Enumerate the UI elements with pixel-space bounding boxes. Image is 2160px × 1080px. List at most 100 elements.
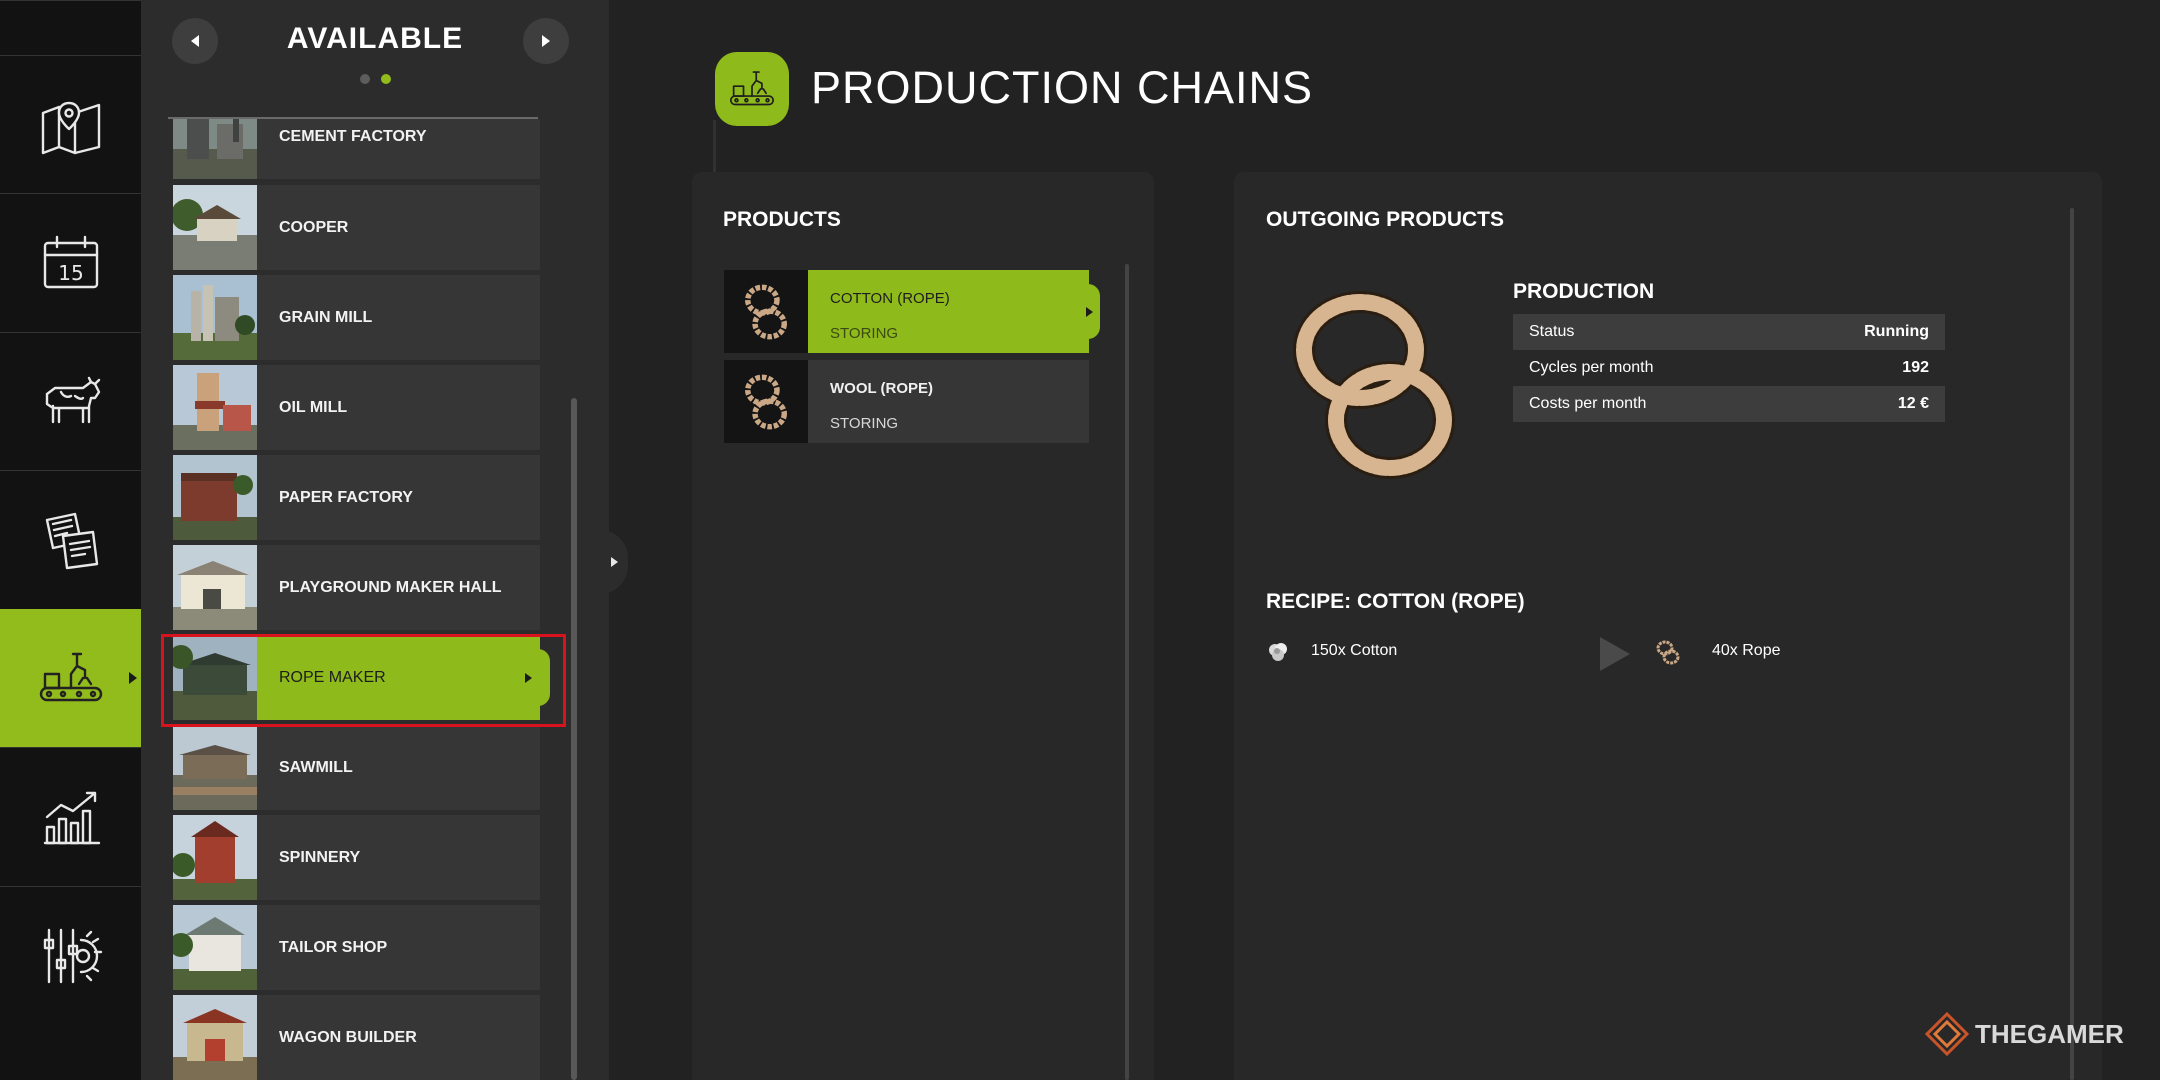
product-item-cotton-rope[interactable]: COTTON (ROPE) STORING (724, 270, 1100, 353)
products-title: PRODUCTS (723, 208, 841, 231)
outgoing-products-panel: OUTGOING PRODUCTS PRODUCTION Status Runn… (1234, 172, 2102, 1080)
list-item-label: GRAIN MILL (279, 308, 373, 326)
recipe-output: 40x Rope (1712, 642, 1781, 659)
list-item-sawmill[interactable]: SAWMILL (173, 725, 540, 810)
page-dot-active[interactable] (380, 74, 391, 84)
list-header: AVAILABLE (141, 0, 609, 118)
stat-row-cycles: Cycles per month 192 (1513, 350, 1945, 386)
watermark-text: THEGAMER (1975, 1018, 2124, 1049)
list-item-wagon-builder[interactable]: WAGON BUILDER (173, 995, 540, 1080)
facility-thumbnail (173, 185, 257, 270)
chevron-right-icon (1086, 306, 1093, 317)
facility-thumbnail (173, 119, 257, 179)
rope-icon (724, 270, 808, 353)
list-item-label: WAGON BUILDER (279, 1028, 417, 1046)
contracts-icon (45, 512, 98, 569)
outgoing-title: OUTGOING PRODUCTS (1266, 208, 1505, 231)
product-item-wool-rope[interactable]: WOOL (ROPE) STORING (724, 360, 1089, 443)
rail-item-contracts[interactable] (0, 470, 141, 608)
rail-top-spacer (0, 0, 141, 54)
facility-thumbnail (173, 365, 257, 450)
stats-chart-icon (43, 791, 100, 844)
collapse-panel-button[interactable] (600, 530, 628, 594)
page-title: PRODUCTION CHAINS (811, 62, 1314, 113)
list-item-grain-mill[interactable]: GRAIN MILL (173, 275, 540, 360)
list-item-cement-factory[interactable]: CEMENT FACTORY (173, 119, 540, 179)
rail-item-statistics[interactable] (0, 747, 141, 885)
list-item-cooper[interactable]: COOPER (173, 185, 540, 270)
stat-row-status: Status Running (1513, 314, 1945, 350)
stat-row-costs: Costs per month 12 € (1513, 386, 1945, 422)
products-panel: PRODUCTS COTTON (ROPE) STORING WOOL (ROP… (692, 172, 1154, 1080)
facility-list: CEMENT FACTORY COOPER GRAIN MILL OIL MIL… (141, 119, 609, 1080)
stat-value: Running (1864, 323, 1929, 340)
settings-sliders-icon (43, 928, 102, 983)
main-menu-rail: 15 (0, 0, 141, 1080)
rail-item-animals[interactable] (0, 332, 141, 470)
stat-label: Cycles per month (1529, 359, 1654, 376)
stat-value: 12 € (1897, 395, 1929, 412)
rail-item-calendar[interactable]: 15 (0, 193, 141, 331)
list-item-tailor-shop[interactable]: TAILOR SHOP (173, 905, 540, 990)
facility-thumbnail (173, 275, 257, 360)
list-item-label: OIL MILL (279, 398, 348, 416)
stat-label: Status (1529, 323, 1575, 340)
chevron-right-icon (610, 557, 618, 567)
calendar-icon: 15 (43, 235, 98, 288)
list-item-paper-factory[interactable]: PAPER FACTORY (173, 455, 540, 540)
list-scrollbar[interactable] (571, 398, 577, 1080)
page-header-icon (715, 52, 789, 126)
list-item-label: SPINNERY (279, 848, 361, 866)
list-item-label: CEMENT FACTORY (279, 127, 427, 145)
list-item-playground-maker-hall[interactable]: PLAYGROUND MAKER HALL (173, 545, 540, 630)
next-page-button[interactable] (523, 18, 569, 64)
page-indicator (141, 74, 609, 84)
product-name: WOOL (ROPE) (830, 380, 934, 397)
list-item-label: COOPER (279, 218, 349, 236)
arrow-right-icon (542, 35, 550, 47)
arrow-right-icon (1600, 637, 1630, 671)
product-name: COTTON (ROPE) (830, 290, 950, 307)
list-item-label: TAILOR SHOP (279, 938, 388, 956)
facility-thumbnail (173, 725, 257, 810)
facility-thumbnail (173, 815, 257, 900)
facility-thumbnail (173, 905, 257, 990)
outgoing-scrollbar[interactable] (2070, 208, 2074, 1080)
facility-thumbnail (173, 455, 257, 540)
production-icon (729, 71, 775, 106)
rope-icon (724, 360, 808, 443)
watermark-logo-icon (1925, 1012, 1969, 1056)
recipe-title: RECIPE: COTTON (ROPE) (1266, 590, 1525, 613)
product-state: STORING (830, 325, 899, 342)
stat-label: Costs per month (1529, 395, 1647, 412)
list-item-label: PLAYGROUND MAKER HALL (279, 578, 502, 596)
rail-item-settings[interactable] (0, 886, 141, 1024)
calendar-day: 15 (58, 261, 83, 285)
list-item-label: SAWMILL (279, 758, 353, 776)
product-state: STORING (830, 415, 899, 432)
rope-icon (1656, 640, 1680, 665)
page-dot[interactable] (359, 74, 370, 84)
rope-product-image (1290, 284, 1456, 484)
stat-value: 192 (1902, 359, 1929, 376)
app-window: 15 AVAILABLE CEMENT FACTORY COOPER GRAIN… (0, 0, 2160, 1080)
list-item-label: PAPER FACTORY (279, 488, 413, 506)
list-item-spinnery[interactable]: SPINNERY (173, 815, 540, 900)
highlight-outline (161, 634, 566, 727)
cotton-icon (1269, 643, 1287, 661)
watermark: THEGAMER (1925, 1012, 2124, 1056)
rail-item-map[interactable] (0, 55, 141, 193)
production-icon (39, 652, 102, 702)
production-title: PRODUCTION (1513, 280, 1655, 303)
recipe-input: 150x Cotton (1311, 642, 1398, 659)
rail-item-production[interactable] (0, 609, 141, 747)
cow-icon (45, 376, 100, 423)
facility-list-panel: AVAILABLE CEMENT FACTORY COOPER GRAIN MI… (141, 0, 716, 1080)
facility-thumbnail (173, 995, 257, 1080)
recipe-row: 150x Cotton 40x Rope (1266, 632, 1866, 672)
active-caret-icon (129, 672, 137, 684)
products-scrollbar[interactable] (1125, 264, 1129, 1080)
list-item-oil-mill[interactable]: OIL MILL (173, 365, 540, 450)
facility-thumbnail (173, 545, 257, 630)
map-icon (41, 101, 100, 154)
